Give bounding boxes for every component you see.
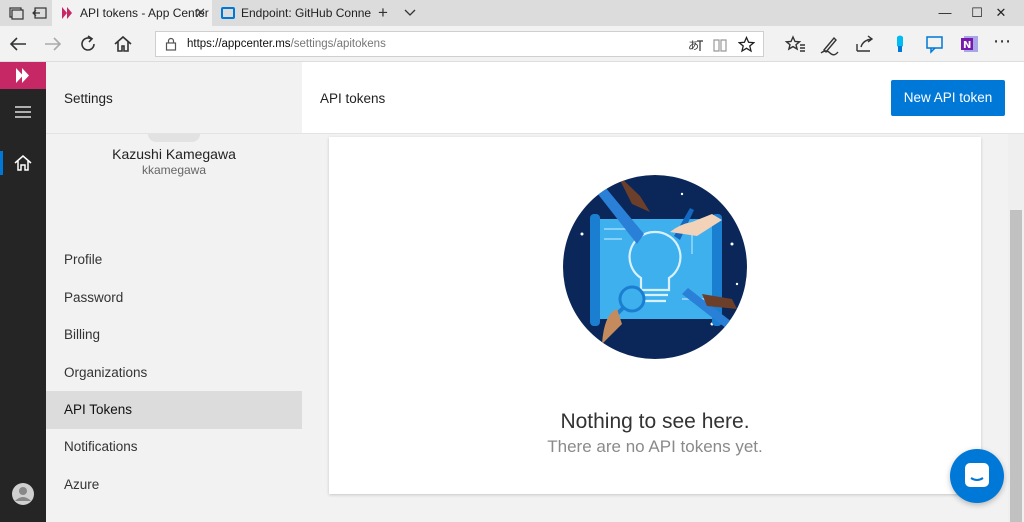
browser-toolbar: https://appcenter.ms/settings/apitokens … xyxy=(0,26,1024,62)
chat-icon[interactable] xyxy=(950,449,1004,503)
page-title: API tokens xyxy=(320,91,386,106)
sidebar-item-organizations[interactable]: Organizations xyxy=(46,354,302,392)
sidebar-item-notifications[interactable]: Notifications xyxy=(46,428,302,466)
tab-endpoint[interactable]: Endpoint: GitHub Connectio xyxy=(213,0,371,26)
hamburger-icon[interactable] xyxy=(0,96,46,128)
page-header: API tokens New API token xyxy=(302,62,1024,134)
empty-state-illustration xyxy=(562,174,748,360)
browser-tab-bar: API tokens - App Center ✕ Endpoint: GitH… xyxy=(0,0,1024,26)
scrollbar-thumb[interactable] xyxy=(1010,210,1022,522)
url-path: /settings/apitokens xyxy=(290,38,386,50)
new-tab-icon[interactable]: + xyxy=(378,3,388,23)
tab-api-tokens[interactable]: API tokens - App Center ✕ xyxy=(52,0,212,26)
sidebar-title: Settings xyxy=(64,91,113,106)
back-icon[interactable] xyxy=(6,32,30,56)
pen-icon[interactable] xyxy=(818,32,842,56)
empty-state-subtitle: There are no API tokens yet. xyxy=(547,437,763,456)
app-center-favicon xyxy=(60,6,74,20)
tab-manager-icon[interactable] xyxy=(8,5,24,21)
feedback-icon[interactable] xyxy=(923,32,947,56)
close-window-icon[interactable]: ✕ xyxy=(978,0,1024,26)
sidebar-header: Settings xyxy=(46,62,302,134)
app-rail xyxy=(0,62,46,522)
forward-icon[interactable] xyxy=(41,32,65,56)
refresh-icon[interactable] xyxy=(76,32,100,56)
user-name: Kazushi Kamegawa xyxy=(112,146,236,162)
tab-title: Endpoint: GitHub Connectio xyxy=(241,6,371,20)
sidebar-item-billing[interactable]: Billing xyxy=(46,316,302,354)
onenote-icon[interactable]: N xyxy=(958,32,982,56)
close-icon[interactable]: ✕ xyxy=(195,0,206,26)
main-content: API tokens New API token Nothing to see … xyxy=(302,62,1024,522)
chevron-down-icon[interactable] xyxy=(404,6,416,18)
home-nav-item[interactable] xyxy=(0,147,46,179)
favorites-icon[interactable] xyxy=(783,32,807,56)
avatar xyxy=(148,134,200,142)
sidebar-item-azure[interactable]: Azure xyxy=(46,466,302,504)
extension-icon[interactable] xyxy=(888,32,912,56)
empty-state-card: Nothing to see here. There are no API to… xyxy=(329,137,981,494)
share-icon[interactable] xyxy=(853,32,877,56)
scrollbar[interactable] xyxy=(1008,134,1024,522)
svg-text:N: N xyxy=(963,40,971,51)
home-icon[interactable] xyxy=(111,32,135,56)
empty-state-title: Nothing to see here. xyxy=(560,410,750,433)
new-api-token-button[interactable]: New API token xyxy=(891,80,1005,116)
app-center-logo[interactable] xyxy=(0,62,46,89)
azure-devops-favicon xyxy=(221,6,235,20)
url-text: https://appcenter.ms/settings/apitokens xyxy=(187,32,386,56)
star-icon[interactable] xyxy=(738,36,755,53)
settings-sidebar: Settings Kazushi Kamegawa kkamegawa Prof… xyxy=(46,62,302,522)
back-tabs-icon[interactable] xyxy=(32,5,48,21)
reading-view-icon[interactable] xyxy=(712,37,728,53)
sidebar-item-api-tokens[interactable]: API Tokens xyxy=(46,391,302,429)
user-handle: kkamegawa xyxy=(141,163,207,177)
user-icon[interactable] xyxy=(0,478,46,510)
sidebar-item-profile[interactable]: Profile xyxy=(46,241,302,279)
more-icon[interactable]: ⋯ xyxy=(993,32,1017,56)
url-host: https://appcenter.ms xyxy=(187,38,291,50)
address-bar[interactable]: https://appcenter.ms/settings/apitokens … xyxy=(155,31,764,57)
translate-icon[interactable]: あ xyxy=(688,37,704,53)
tab-title: API tokens - App Center xyxy=(80,6,209,20)
lock-icon xyxy=(165,37,177,51)
sidebar-item-password[interactable]: Password xyxy=(46,279,302,317)
